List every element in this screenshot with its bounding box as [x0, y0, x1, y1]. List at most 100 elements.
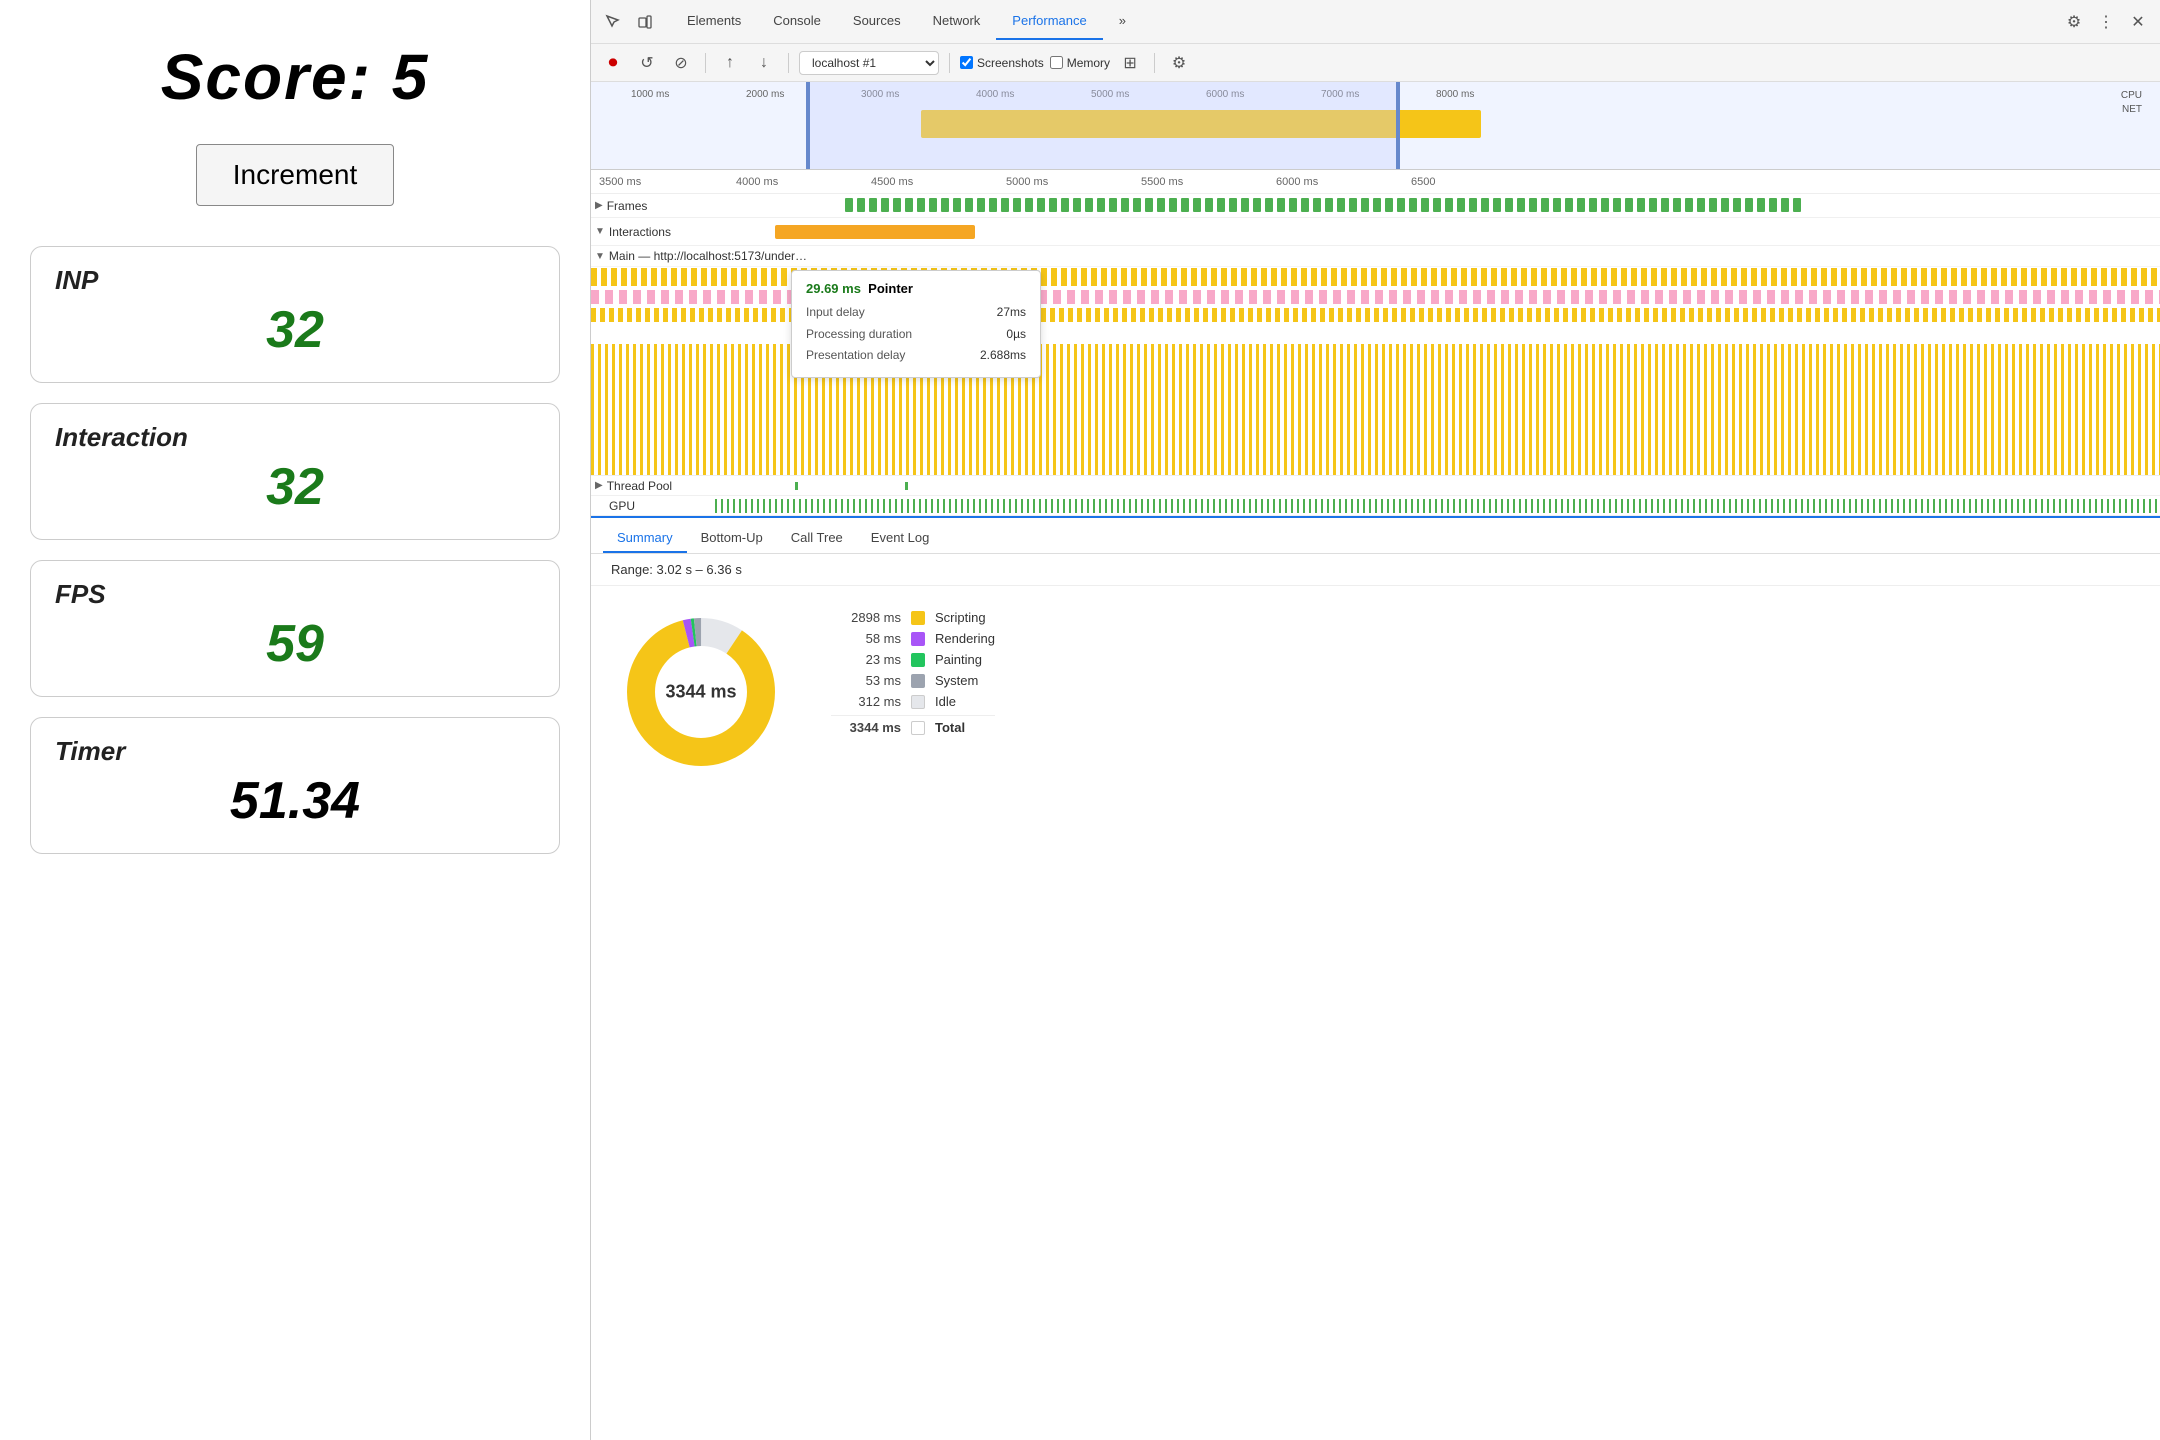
- close-icon[interactable]: ✕: [2124, 8, 2152, 36]
- memory-checkbox-label[interactable]: Memory: [1050, 56, 1110, 70]
- scripting-name: Scripting: [935, 610, 986, 625]
- settings-icon[interactable]: ⚙: [2060, 8, 2088, 36]
- record-icon[interactable]: ⏺: [599, 49, 627, 77]
- legend-rendering: 58 ms Rendering: [831, 631, 995, 646]
- tab-network[interactable]: Network: [917, 3, 997, 40]
- increment-button[interactable]: Increment: [196, 144, 395, 206]
- donut-total-ms: 3344 ms: [665, 682, 736, 702]
- gpu-track[interactable]: GPU: [591, 496, 2160, 516]
- devtools-panel: Elements Console Sources Network Perform…: [590, 0, 2160, 1440]
- timer-card: Timer 51.34: [30, 717, 560, 854]
- system-ms: 53 ms: [831, 673, 901, 688]
- session-select[interactable]: localhost #1: [799, 51, 939, 75]
- detail-ruler: 3500 ms 4000 ms 4500 ms 5000 ms 5500 ms …: [591, 170, 2160, 194]
- painting-name: Painting: [935, 652, 982, 667]
- total-dot: [911, 721, 925, 735]
- tab-performance[interactable]: Performance: [996, 3, 1102, 40]
- gpu-label: GPU: [595, 499, 715, 513]
- inp-value: 32: [55, 300, 535, 360]
- frames-track[interactable]: ▶ Frames: [591, 194, 2160, 218]
- tab-console[interactable]: Console: [757, 3, 837, 40]
- interaction-label: Interaction: [55, 422, 535, 453]
- tooltip-type: Pointer: [868, 281, 913, 296]
- interactions-track[interactable]: ▼ Interactions: [591, 218, 2160, 246]
- main-expand-icon[interactable]: ▼: [595, 251, 605, 262]
- tooltip-title: 29.69 ms Pointer: [806, 281, 1026, 296]
- screenshots-checkbox[interactable]: [960, 56, 973, 69]
- frames-expand-icon[interactable]: ▶: [595, 200, 603, 211]
- tab-summary[interactable]: Summary: [603, 524, 687, 553]
- detail-6500: 6500: [1411, 176, 1435, 188]
- download-icon[interactable]: ↓: [750, 49, 778, 77]
- main-thread-label: ▼ Main — http://localhost:5173/under…: [591, 246, 2160, 267]
- tooltip-presentation-row: Presentation delay 2.688ms: [806, 345, 1026, 367]
- devtools-topbar: Elements Console Sources Network Perform…: [591, 0, 2160, 44]
- tooltip-processing-value: 0µs: [1006, 324, 1026, 346]
- select-element-icon[interactable]: [599, 8, 627, 36]
- thread-pool-text: Thread Pool: [607, 479, 672, 493]
- tooltip-processing-row: Processing duration 0µs: [806, 324, 1026, 346]
- ruler-2000: 2000 ms: [746, 89, 784, 100]
- perf-settings-icon[interactable]: ⚙: [1165, 49, 1193, 77]
- capture-settings-icon[interactable]: ⊞: [1116, 49, 1144, 77]
- detail-4500: 4500 ms: [871, 176, 913, 188]
- scripting-ms: 2898 ms: [831, 610, 901, 625]
- interactions-expand-icon[interactable]: ▼: [595, 226, 605, 237]
- net-label: NET: [2122, 104, 2142, 115]
- idle-dot: [911, 695, 925, 709]
- frames-content: [715, 194, 2160, 217]
- inp-card: INP 32: [30, 246, 560, 383]
- rendering-dot: [911, 632, 925, 646]
- mini-overview[interactable]: 1000 ms 2000 ms 3000 ms 4000 ms 5000 ms …: [591, 82, 2160, 170]
- selection-handle-left[interactable]: [806, 82, 810, 169]
- gpu-bars: [715, 499, 2160, 513]
- more-options-icon[interactable]: ⋮: [2092, 8, 2120, 36]
- frames-svg: [715, 194, 2160, 217]
- thread-pool-track[interactable]: ▶ Thread Pool: [591, 476, 2160, 496]
- interactions-track-label: ▼ Interactions: [595, 225, 715, 239]
- legend-system: 53 ms System: [831, 673, 995, 688]
- device-toggle-icon[interactable]: [631, 8, 659, 36]
- timer-label: Timer: [55, 736, 535, 767]
- ruler-1000: 1000 ms: [631, 89, 669, 100]
- clear-icon[interactable]: ⊘: [667, 49, 695, 77]
- memory-checkbox[interactable]: [1050, 56, 1063, 69]
- legend-scripting: 2898 ms Scripting: [831, 610, 995, 625]
- idle-ms: 312 ms: [831, 694, 901, 709]
- mini-selection[interactable]: [809, 82, 1399, 169]
- tooltip-presentation-value: 2.688ms: [980, 345, 1026, 367]
- painting-dot: [911, 653, 925, 667]
- scripting-dot: [911, 611, 925, 625]
- tooltip-ms: 29.69 ms: [806, 281, 861, 296]
- upload-icon[interactable]: ↑: [716, 49, 744, 77]
- thread-pool-tick: [795, 482, 798, 490]
- interactions-label: Interactions: [609, 225, 671, 239]
- interaction-card: Interaction 32: [30, 403, 560, 540]
- thread-pool-label: ▶ Thread Pool: [595, 479, 715, 493]
- tab-elements[interactable]: Elements: [671, 3, 757, 40]
- performance-toolbar: ⏺ ↺ ⊘ ↑ ↓ localhost #1 Screenshots Memor…: [591, 44, 2160, 82]
- reload-icon[interactable]: ↺: [633, 49, 661, 77]
- tab-sources[interactable]: Sources: [837, 3, 917, 40]
- system-name: System: [935, 673, 978, 688]
- tooltip-input-delay-row: Input delay 27ms: [806, 302, 1026, 324]
- summary-legend: 2898 ms Scripting 58 ms Rendering 23 ms …: [831, 610, 995, 782]
- devtools-tabs: Elements Console Sources Network Perform…: [671, 3, 1142, 40]
- tab-event-log[interactable]: Event Log: [857, 524, 944, 553]
- score-display: Score: 5: [161, 40, 430, 114]
- donut-center: 3344 ms: [665, 682, 736, 703]
- memory-label: Memory: [1067, 56, 1110, 70]
- tab-bottom-up[interactable]: Bottom-Up: [687, 524, 777, 553]
- interactions-content: [715, 218, 2160, 245]
- tab-more[interactable]: »: [1103, 3, 1142, 40]
- screenshots-label: Screenshots: [977, 56, 1044, 70]
- tab-call-tree[interactable]: Call Tree: [777, 524, 857, 553]
- thread-pool-expand-icon[interactable]: ▶: [595, 480, 603, 491]
- legend-idle: 312 ms Idle: [831, 694, 995, 709]
- rendering-name: Rendering: [935, 631, 995, 646]
- range-text: Range: 3.02 s – 6.36 s: [591, 554, 2160, 586]
- detail-3500: 3500 ms: [599, 176, 641, 188]
- selection-handle-right[interactable]: [1396, 82, 1400, 169]
- gpu-text: GPU: [609, 499, 635, 513]
- screenshots-checkbox-label[interactable]: Screenshots: [960, 56, 1044, 70]
